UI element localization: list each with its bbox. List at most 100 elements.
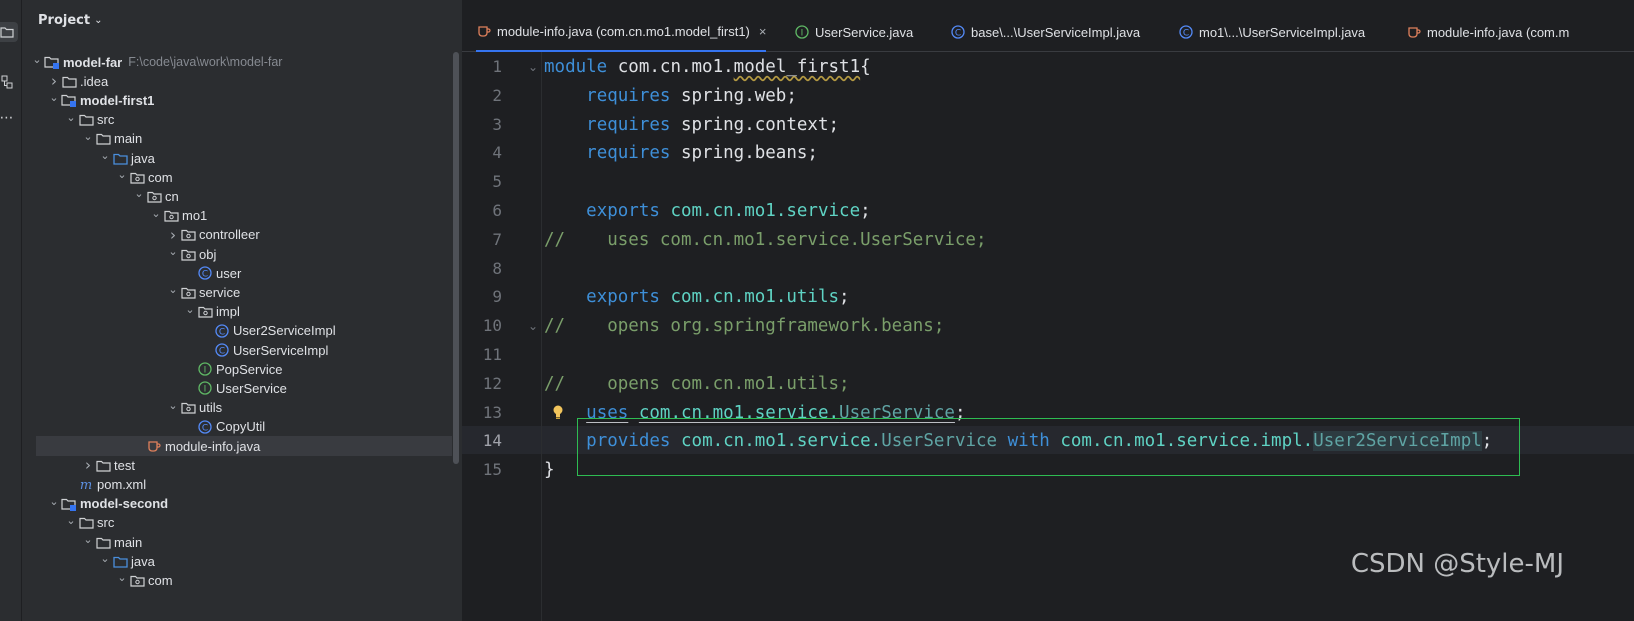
tree-item[interactable]: Cuser xyxy=(22,263,462,283)
svg-text:I: I xyxy=(204,385,207,395)
chevron-down-icon[interactable]: ⌄ xyxy=(64,111,78,124)
tree-item-label: com xyxy=(148,169,173,185)
editor-tab[interactable]: module-info.java (com.m xyxy=(1406,12,1569,52)
chevron-down-icon[interactable]: ⌄ xyxy=(47,495,61,508)
module-info-icon xyxy=(146,438,162,454)
chevron-down-icon[interactable]: ⌄ xyxy=(81,130,95,143)
chevron-down-icon[interactable]: ⌄ xyxy=(30,53,44,66)
tree-item[interactable]: ⌄ main xyxy=(22,532,462,552)
chevron-down-icon[interactable]: ⌄ xyxy=(64,514,78,527)
line-number: 2 xyxy=(492,85,502,105)
chevron-down-icon[interactable]: ⌄ xyxy=(183,303,197,316)
chevron-down-icon[interactable]: ⌄ xyxy=(94,15,102,26)
chevron-down-icon[interactable]: ⌄ xyxy=(115,571,129,584)
tree-item[interactable]: ⌄ main xyxy=(22,129,462,149)
tree-item-label: .idea xyxy=(80,73,109,89)
chevron-down-icon[interactable]: ⌄ xyxy=(166,245,180,258)
tree-item[interactable]: ⌄ model-first1 xyxy=(22,90,462,110)
interface-icon: I xyxy=(794,24,810,40)
tree-item[interactable]: › test xyxy=(22,455,462,475)
tree-item-label: UserServiceImpl xyxy=(233,342,329,358)
close-icon[interactable]: × xyxy=(759,24,767,39)
editor-tab[interactable]: module-info.java (com.cn.mo1.model_first… xyxy=(476,12,767,52)
tree-item[interactable]: C UserServiceImpl xyxy=(22,340,462,360)
highlight-box xyxy=(577,418,1520,476)
lightbulb-icon[interactable] xyxy=(550,403,566,421)
chevron-down-icon[interactable]: ⌄ xyxy=(132,187,146,200)
chevron-right-icon[interactable]: › xyxy=(166,226,180,244)
chevron-down-icon[interactable]: ⌄ xyxy=(98,552,112,565)
tree-item-label: obj xyxy=(199,246,217,262)
editor-tab-label: UserService.java xyxy=(815,24,914,40)
tree-item[interactable]: ⌄ java xyxy=(22,551,462,571)
tree-item-label: java xyxy=(131,553,155,569)
project-folder-icon[interactable] xyxy=(0,22,18,42)
chevron-down-icon[interactable]: ⌄ xyxy=(149,207,163,220)
tree-item[interactable]: ⌄ utils xyxy=(22,398,462,418)
more-icon[interactable]: ⋯ xyxy=(0,108,18,128)
project-scrollbar[interactable] xyxy=(453,52,459,464)
code-token: module xyxy=(544,57,608,77)
folder-icon xyxy=(61,73,77,89)
project-header[interactable]: Project ⌄ xyxy=(22,0,462,40)
tree-item[interactable]: ⌄ mo1 xyxy=(22,206,462,226)
editor-tab[interactable]: Cbase\...\UserServiceImpl.java xyxy=(950,12,1140,52)
tree-item[interactable]: C User2ServiceImpl xyxy=(22,321,462,341)
editor-tab-label: module-info.java (com.m xyxy=(1427,24,1570,40)
tree-item[interactable]: ⌄ model-far F:\code\java\work\model-far xyxy=(22,52,462,72)
code-token: // opens org.springframework.beans; xyxy=(544,316,945,337)
structure-icon[interactable] xyxy=(0,72,18,92)
tree-item-label: User2ServiceImpl xyxy=(233,323,336,339)
line-number: 10 xyxy=(482,316,502,336)
tree-item[interactable]: ⌄ service xyxy=(22,282,462,302)
tree-item[interactable]: module-info.java xyxy=(36,436,452,456)
code-line: requires spring.beans; xyxy=(544,138,818,168)
tree-item[interactable]: ⌄ com xyxy=(22,167,462,187)
tree-item[interactable]: m pom.xml xyxy=(22,474,462,494)
tree-item[interactable]: ⌄ com xyxy=(22,570,462,590)
tree-item-label: model-first1 xyxy=(80,92,155,108)
tree-item[interactable]: › controlleer xyxy=(22,225,462,245)
module-folder-icon xyxy=(61,92,77,108)
tree-item[interactable]: ⌄ obj xyxy=(22,244,462,264)
chevron-right-icon[interactable]: › xyxy=(81,456,95,474)
tree-item-label: main xyxy=(114,131,143,147)
tree-item-label: PopService xyxy=(216,361,283,377)
chevron-down-icon[interactable]: ⌄ xyxy=(81,533,95,546)
code-token: spring.web; xyxy=(670,85,797,106)
tree-item[interactable]: ⌄ java xyxy=(22,148,462,168)
chevron-down-icon[interactable]: ⌄ xyxy=(98,149,112,162)
module-info-icon xyxy=(1406,24,1422,40)
tree-item[interactable]: I UserService xyxy=(22,378,462,398)
package-icon xyxy=(180,400,196,416)
code-token: ; xyxy=(860,201,871,221)
chevron-down-icon[interactable]: ⌄ xyxy=(47,91,61,104)
tree-item[interactable]: ⌄ src xyxy=(22,110,462,130)
tree-item[interactable]: › .idea xyxy=(22,71,462,91)
editor-tab[interactable]: I UserService.java xyxy=(794,12,913,52)
tree-item[interactable]: I PopService xyxy=(22,359,462,379)
package-icon xyxy=(129,572,145,588)
editor-tab[interactable]: Cmo1\...\UserServiceImpl.java xyxy=(1178,12,1365,52)
code-token: ; xyxy=(839,287,850,308)
package-icon xyxy=(197,304,213,320)
chevron-right-icon[interactable]: › xyxy=(47,72,61,90)
chevron-down-icon[interactable]: ⌄ xyxy=(115,168,129,181)
svg-text:C: C xyxy=(202,269,208,279)
chevron-down-icon[interactable]: ⌄ xyxy=(166,283,180,296)
tree-item[interactable]: ⌄ cn xyxy=(22,186,462,206)
fold-chevron-icon[interactable]: ⌄ xyxy=(528,52,538,82)
svg-text:m: m xyxy=(80,478,92,491)
tree-item[interactable]: C CopyUtil xyxy=(22,417,462,437)
tree-item[interactable]: ⌄ impl xyxy=(22,302,462,322)
tree-item[interactable]: ⌄ src xyxy=(22,513,462,533)
chevron-down-icon[interactable]: ⌄ xyxy=(166,399,180,412)
class-icon: C xyxy=(1178,24,1194,40)
tree-item[interactable]: ⌄ model-second xyxy=(22,494,462,514)
line-number: 7 xyxy=(492,229,502,249)
svg-text:C: C xyxy=(219,327,225,337)
fold-chevron-icon[interactable]: ⌄ xyxy=(528,311,538,341)
